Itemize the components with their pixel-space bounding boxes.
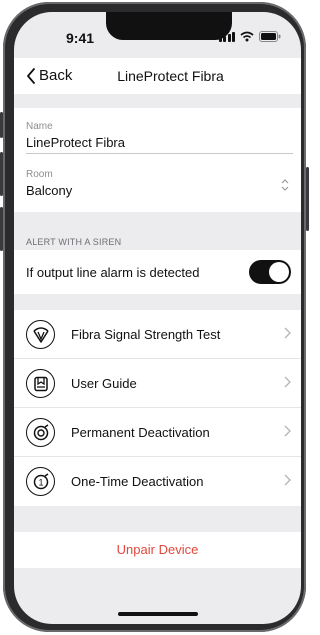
battery-icon xyxy=(259,31,281,42)
signal-strength-icon xyxy=(26,320,55,349)
permanent-deactivation-icon xyxy=(26,418,55,447)
menu-item-label: One-Time Deactivation xyxy=(71,474,204,489)
section-spacer xyxy=(14,294,301,310)
status-icons xyxy=(218,31,282,42)
menu-item-label: User Guide xyxy=(71,376,137,391)
side-button xyxy=(0,152,3,196)
chevron-right-icon xyxy=(284,376,291,388)
chevron-up-down-icon xyxy=(281,179,289,191)
siren-toggle-label: If output line alarm is detected xyxy=(26,265,200,280)
menu-item-permanent-deactivation[interactable]: Permanent Deactivation xyxy=(14,408,301,457)
section-spacer xyxy=(14,506,301,532)
svg-text:1: 1 xyxy=(38,477,43,487)
notch xyxy=(106,12,232,40)
room-label: Room xyxy=(26,169,53,180)
menu-item-signal-strength-test[interactable]: Fibra Signal Strength Test xyxy=(14,310,301,359)
siren-section-header: ALERT WITH A SIREN xyxy=(26,237,122,247)
app-screen: 9:41 Back LineProtect Fibra Name LinePro… xyxy=(14,12,301,624)
user-guide-icon xyxy=(26,369,55,398)
menu-item-label: Permanent Deactivation xyxy=(71,425,210,440)
toggle-knob xyxy=(269,262,289,282)
wifi-icon xyxy=(240,31,254,42)
name-field[interactable]: Name LineProtect Fibra xyxy=(14,108,301,162)
chevron-right-icon xyxy=(284,327,291,339)
page-title: LineProtect Fibra xyxy=(117,68,224,84)
name-value: LineProtect Fibra xyxy=(26,135,125,150)
menu-item-one-time-deactivation[interactable]: 1 One-Time Deactivation xyxy=(14,457,301,506)
menu-item-label: Fibra Signal Strength Test xyxy=(71,327,221,342)
phone-frame: 9:41 Back LineProtect Fibra Name LinePro… xyxy=(0,2,309,632)
side-button xyxy=(0,207,3,251)
siren-toggle-row: If output line alarm is detected xyxy=(14,250,301,294)
one-time-deactivation-icon: 1 xyxy=(26,467,55,496)
siren-alarm-toggle[interactable] xyxy=(249,260,291,284)
name-underline xyxy=(26,153,293,154)
status-time: 9:41 xyxy=(66,30,95,46)
side-button xyxy=(306,167,309,231)
room-selector[interactable]: Room Balcony xyxy=(14,162,301,212)
room-value: Balcony xyxy=(26,183,73,198)
menu-item-user-guide[interactable]: User Guide xyxy=(14,359,301,408)
home-indicator[interactable] xyxy=(118,612,198,616)
unpair-device-button[interactable]: Unpair Device xyxy=(14,532,301,568)
chevron-right-icon xyxy=(284,474,291,486)
side-button xyxy=(0,112,3,138)
chevron-right-icon xyxy=(284,425,291,437)
section-spacer xyxy=(14,94,301,108)
navigation-bar: Back LineProtect Fibra xyxy=(14,58,301,94)
name-label: Name xyxy=(26,121,53,132)
cellular-signal-icon xyxy=(218,31,235,42)
